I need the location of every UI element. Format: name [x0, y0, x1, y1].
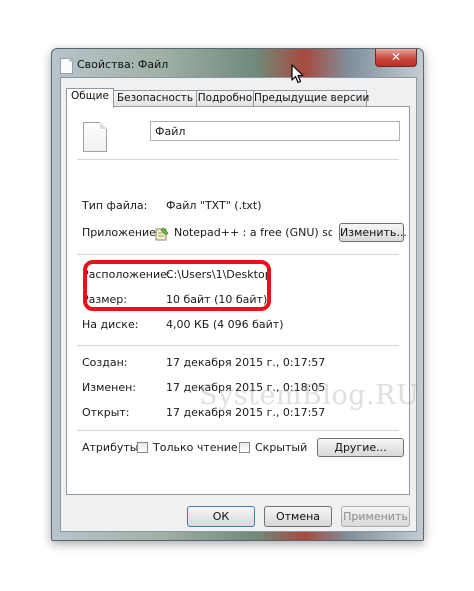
cancel-button[interactable]: Отмена	[264, 506, 332, 527]
ok-button[interactable]: ОК	[187, 506, 255, 527]
tab-previous-versions[interactable]: Предыдущие версии	[253, 90, 369, 107]
close-button[interactable]: ✕	[375, 49, 417, 67]
accessed-label: Открыт:	[82, 406, 130, 419]
size-on-disk-label: На диске:	[82, 318, 139, 331]
mouse-cursor-icon	[291, 64, 304, 84]
hidden-label[interactable]: Скрытый	[255, 441, 307, 454]
size-highlight-annotation	[83, 260, 271, 311]
file-type-value: Файл "TXT" (.txt)	[166, 199, 262, 212]
size-on-disk-value: 4,00 КБ (4 096 байт)	[166, 318, 284, 331]
title-bar[interactable]: Свойства: Файл ✕	[52, 49, 423, 77]
divider	[77, 345, 399, 346]
divider	[77, 159, 399, 160]
tab-general[interactable]: Общие	[66, 88, 114, 108]
tab-security[interactable]: Безопасность	[113, 90, 197, 107]
properties-window: Свойства: Файл ✕ Общие Безопасность Подр…	[51, 48, 424, 541]
window-title: Свойства: Файл	[77, 58, 169, 71]
divider	[77, 254, 399, 255]
opens-with-value: Notepad++ : a free (GNU) source c	[174, 226, 332, 239]
opens-with-label: Приложение:	[82, 226, 160, 239]
hidden-checkbox[interactable]	[239, 442, 250, 453]
document-icon	[60, 58, 73, 74]
created-value: 17 декабря 2015 г., 0:17:57	[166, 356, 326, 369]
modified-label: Изменен:	[82, 381, 137, 394]
readonly-label[interactable]: Только чтение	[153, 441, 238, 454]
close-icon: ✕	[390, 50, 402, 64]
notepad-icon	[155, 227, 169, 241]
file-icon	[83, 122, 107, 152]
file-type-label: Тип файла:	[82, 199, 148, 212]
change-app-button[interactable]: Изменить...	[339, 223, 407, 242]
tab-details[interactable]: Подробно	[196, 90, 254, 107]
advanced-attributes-button[interactable]: Другие...	[317, 438, 404, 457]
apply-button[interactable]: Применить	[341, 506, 410, 527]
readonly-checkbox[interactable]	[137, 442, 148, 453]
general-tab-panel: Файл Тип файла: Файл "TXT" (.txt) Прилож…	[66, 106, 419, 495]
file-name-field[interactable]: Файл	[150, 121, 400, 141]
attributes-label: Атрибуты:	[82, 441, 143, 454]
watermark-text: SystemBlog.RU	[199, 380, 420, 411]
divider	[77, 430, 399, 431]
dialog-body: Общие Безопасность Подробно Предыдущие в…	[60, 77, 419, 532]
created-label: Создан:	[82, 356, 128, 369]
